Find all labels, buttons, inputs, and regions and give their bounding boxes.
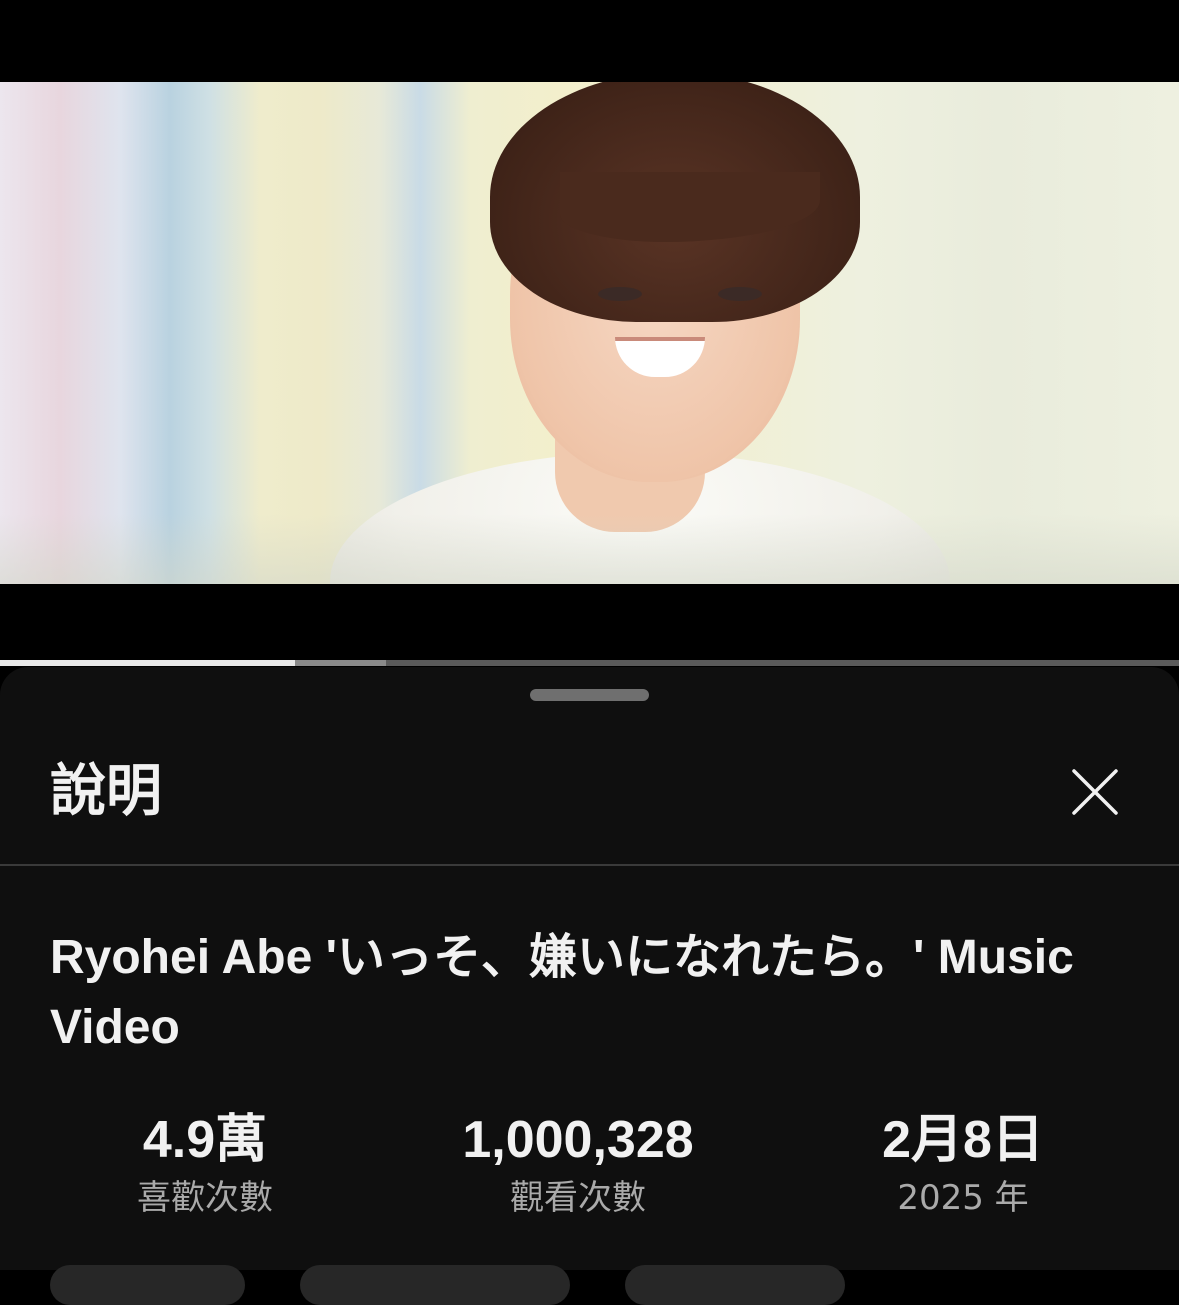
likes-label: 喜歡次數 xyxy=(137,1178,273,1218)
video-frame-shade xyxy=(0,514,1179,584)
drag-handle[interactable] xyxy=(530,689,649,701)
views-count: 1,000,328 xyxy=(462,1111,694,1169)
progress-played xyxy=(0,660,295,666)
letterbox-bottom xyxy=(0,584,1179,660)
letterbox-top xyxy=(0,0,1179,82)
header-divider xyxy=(0,864,1179,866)
close-icon xyxy=(1072,769,1118,815)
video-player[interactable] xyxy=(0,82,1179,584)
date-stat: 2月8日 2025 年 xyxy=(798,1107,1128,1221)
chip-row xyxy=(50,1265,1150,1305)
video-title: Ryohei Abe 'いっそ、嫌いになれたら。' Music Video xyxy=(50,931,1074,1054)
close-button[interactable] xyxy=(1068,767,1120,819)
views-label: 觀看次數 xyxy=(510,1178,646,1218)
description-sheet: 說明 Ryohei Abe 'いっそ、嫌いになれたら。' Music Video… xyxy=(0,667,1179,1305)
chip[interactable] xyxy=(50,1265,245,1305)
likes-stat: 4.9萬 喜歡次數 xyxy=(40,1107,370,1221)
progress-bar[interactable] xyxy=(0,660,1179,666)
upload-date: 2月8日 xyxy=(882,1111,1044,1169)
views-stat: 1,000,328 觀看次數 xyxy=(413,1107,743,1221)
upload-year: 2025 年 xyxy=(897,1178,1029,1218)
video-frame-eye-right xyxy=(718,287,762,301)
video-frame-eye-left xyxy=(598,287,642,301)
sheet-title: 說明 xyxy=(50,759,162,824)
chip[interactable] xyxy=(300,1265,570,1305)
likes-count: 4.9萬 xyxy=(142,1111,268,1169)
chip[interactable] xyxy=(625,1265,845,1305)
